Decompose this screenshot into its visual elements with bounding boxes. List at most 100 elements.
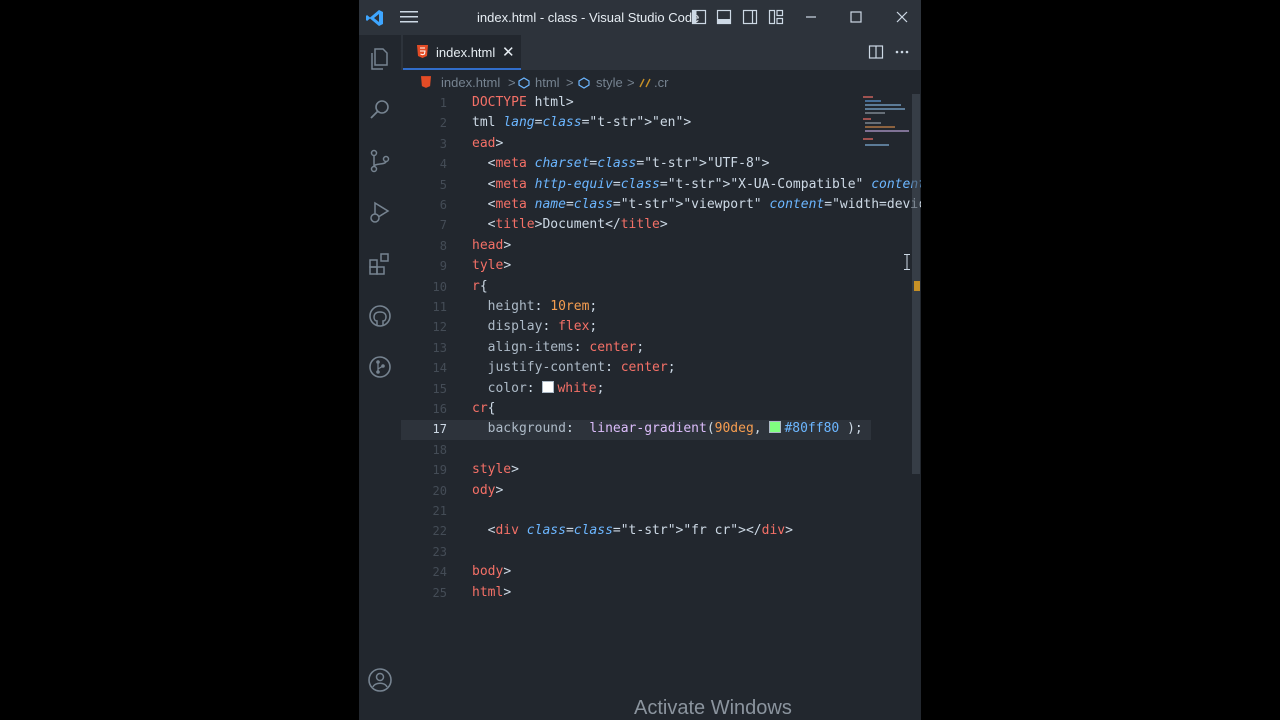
line-number: 3 (439, 136, 447, 151)
vscode-window: index.html - class - Visual Studio Code (359, 0, 921, 720)
line-number: 19 (432, 463, 447, 478)
git-graph-icon[interactable] (367, 354, 393, 380)
vscode-logo-icon[interactable] (365, 8, 385, 28)
code-line[interactable]: 4 <meta charset=class="t-str">"UTF-8"> (401, 155, 871, 175)
code-line[interactable]: 12 display: flex; (401, 318, 871, 338)
code-editor[interactable]: 1 DOCTYPE html> 2 tml lang=class="t-str">"e… (401, 94, 921, 694)
code-text: <meta name=class="t-str">"viewport" cont… (472, 197, 921, 212)
breadcrumb-separator: > (627, 75, 635, 90)
code-text: <div class=class="t-str">"fr cr"></div> (472, 523, 793, 539)
code-line[interactable]: 14 justify-content: center; (401, 359, 871, 379)
code-line[interactable]: 9 tyle> (401, 257, 871, 277)
code-line[interactable]: 16 cr{ (401, 400, 871, 420)
breadcrumb: index.html > html > style > .cr (401, 72, 921, 94)
line-number: 6 (439, 198, 447, 212)
code-line[interactable]: 11 height: 10rem; (401, 298, 871, 318)
code-text: style> (472, 462, 519, 478)
breadcrumb-item-html[interactable]: html (535, 75, 560, 90)
line-number: 22 (432, 524, 447, 539)
editor-tabs: index.html ✕ (401, 35, 921, 70)
code-line[interactable]: 24 body> (401, 563, 871, 583)
code-line[interactable]: 23 (401, 543, 871, 563)
code-text: r{ (472, 278, 488, 294)
code-line[interactable]: 20 ody> (401, 482, 871, 502)
minimap[interactable] (859, 94, 913, 154)
source-control-icon[interactable] (367, 148, 393, 174)
code-text: color: white; (487, 380, 605, 396)
code-text: DOCTYPE html> (472, 95, 574, 110)
code-line[interactable]: 18 (401, 441, 871, 461)
code-line[interactable]: 1 DOCTYPE html> (401, 94, 871, 114)
breadcrumb-item-file[interactable]: index.html (441, 75, 500, 90)
search-icon[interactable] (367, 97, 393, 123)
toggle-primary-sidebar-icon[interactable] (691, 9, 707, 25)
code-text: background: linear-gradient(90deg, #80ff… (487, 421, 863, 437)
code-text: html> (472, 584, 512, 600)
line-number: 21 (432, 504, 447, 518)
color-swatch[interactable] (769, 421, 782, 434)
line-number: 2 (439, 116, 447, 131)
hamburger-menu-icon[interactable] (400, 10, 418, 24)
line-number: 24 (432, 565, 447, 580)
extensions-icon[interactable] (367, 251, 393, 277)
code-line[interactable]: 21 (401, 502, 871, 522)
line-number: 9 (439, 259, 447, 274)
toggle-panel-icon[interactable] (716, 9, 732, 25)
code-text: justify-content: center; (487, 360, 676, 376)
maximize-icon[interactable] (848, 9, 864, 25)
split-editor-icon[interactable] (868, 44, 884, 60)
code-line[interactable]: 5 <meta http-equiv=class="t-str">"X-UA-C… (401, 176, 921, 196)
mouse-ibeam-cursor-icon (904, 254, 910, 270)
cursor-position-marker (914, 281, 920, 291)
color-swatch[interactable] (542, 380, 555, 393)
code-line[interactable]: 25 html> (401, 584, 871, 604)
code-line[interactable]: 6 <meta name=class="t-str">"viewport" co… (401, 196, 921, 216)
code-line[interactable]: 22 <div class=class="t-str">"fr cr"></di… (401, 522, 871, 542)
explorer-icon[interactable] (367, 46, 393, 72)
code-line[interactable]: 13 align-items: center; (401, 339, 871, 359)
line-number: 15 (432, 381, 447, 396)
code-text: align-items: center; (487, 339, 645, 355)
code-line[interactable]: 7 <title>Document</title> (401, 216, 871, 236)
code-text: <title>Document</title> (472, 217, 668, 233)
close-tab-icon[interactable]: ✕ (502, 43, 515, 61)
line-number: 7 (439, 218, 447, 233)
element-icon (518, 77, 530, 89)
code-line[interactable]: 2 tml lang=class="t-str">"en"> (401, 114, 871, 134)
code-text: head> (472, 237, 512, 253)
line-number: 10 (432, 279, 447, 294)
line-number: 5 (439, 177, 447, 192)
line-number: 8 (439, 238, 447, 253)
code-line[interactable]: 10 r{ (401, 278, 871, 298)
code-line[interactable]: 8 head> (401, 237, 871, 257)
line-number: 17 (432, 422, 447, 437)
code-line[interactable]: 17 background: linear-gradient(90deg, #8… (401, 420, 871, 441)
code-text: ead> (472, 135, 504, 151)
code-line[interactable]: 15 color: white; (401, 380, 871, 400)
code-line[interactable]: 3 ead> (401, 135, 871, 155)
account-icon[interactable] (367, 667, 393, 693)
line-number: 11 (432, 300, 447, 314)
close-window-icon[interactable] (894, 9, 910, 25)
tab-index-html[interactable]: index.html ✕ (403, 35, 521, 70)
line-number: 16 (432, 402, 447, 416)
element-icon (578, 77, 590, 89)
github-icon[interactable] (367, 303, 393, 329)
code-line[interactable]: 19 style> (401, 461, 871, 481)
breadcrumb-item-selector[interactable]: .cr (654, 75, 668, 90)
toggle-secondary-sidebar-icon[interactable] (742, 9, 758, 25)
breadcrumb-separator: > (508, 75, 516, 90)
line-number: 4 (439, 157, 447, 172)
more-actions-icon[interactable] (894, 44, 910, 60)
line-number: 20 (432, 483, 447, 498)
line-number: 13 (432, 340, 447, 355)
customize-layout-icon[interactable] (768, 9, 784, 25)
breadcrumb-item-style[interactable]: style (596, 75, 623, 90)
run-debug-icon[interactable] (367, 199, 393, 225)
activity-bar (359, 35, 401, 720)
minimize-icon[interactable] (803, 9, 819, 25)
line-number: 23 (432, 544, 447, 559)
code-text: <meta charset=class="t-str">"UTF-8"> (472, 156, 770, 172)
line-number: 25 (432, 585, 447, 600)
html-file-icon (421, 76, 431, 88)
